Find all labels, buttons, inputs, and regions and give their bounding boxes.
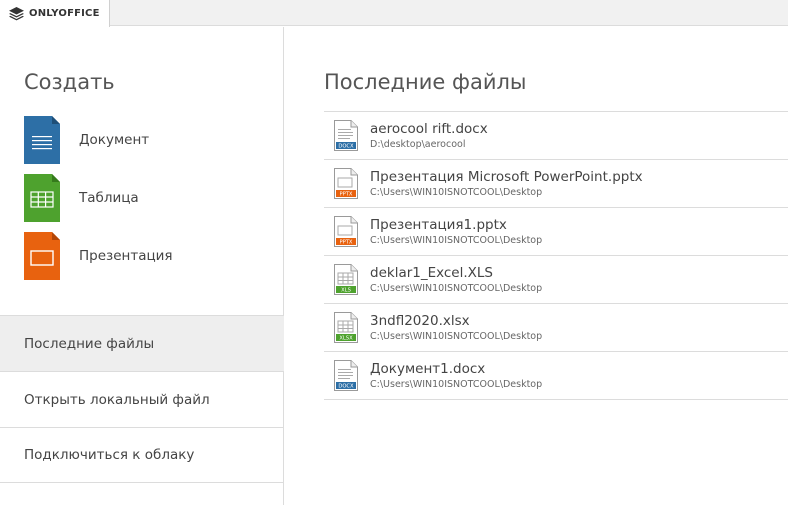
presentation-icon bbox=[24, 232, 60, 280]
pptx-file-icon: PPTX bbox=[334, 216, 358, 247]
recent-files-list: DOCX aerocool rift.docx D:\desktop\aeroc… bbox=[324, 111, 788, 400]
menu-item-connect-cloud[interactable]: Подключиться к облаку bbox=[0, 427, 284, 483]
recent-files-title: Последние файлы bbox=[324, 70, 527, 94]
create-spreadsheet-label: Таблица bbox=[79, 190, 139, 206]
create-presentation-label: Презентация bbox=[79, 248, 173, 264]
document-icon bbox=[24, 116, 60, 164]
file-row[interactable]: DOCX aerocool rift.docx D:\desktop\aeroc… bbox=[324, 112, 788, 160]
create-presentation-button[interactable]: Презентация bbox=[24, 232, 264, 280]
file-type-badge: PPTX bbox=[340, 240, 353, 246]
file-row[interactable]: PPTX Презентация1.pptx C:\Users\WIN10ISN… bbox=[324, 208, 788, 256]
file-path: C:\Users\WIN10ISNOTCOOL\Desktop bbox=[370, 330, 543, 342]
file-type-badge: XLS bbox=[341, 288, 351, 294]
file-path: C:\Users\WIN10ISNOTCOOL\Desktop bbox=[370, 186, 543, 198]
create-title: Создать bbox=[24, 70, 115, 94]
file-row[interactable]: XLS deklar1_Excel.XLS C:\Users\WIN10ISNO… bbox=[324, 256, 788, 304]
file-name: Презентация1.pptx bbox=[370, 216, 507, 233]
file-type-badge: DOCX bbox=[338, 144, 354, 150]
file-name: deklar1_Excel.XLS bbox=[370, 264, 493, 281]
file-name: 3ndfl2020.xlsx bbox=[370, 312, 470, 329]
menu-item-recent-files[interactable]: Последние файлы bbox=[0, 315, 284, 371]
create-document-label: Документ bbox=[79, 132, 150, 148]
right-panel: Последние файлы DOCX aerocool rift.docx … bbox=[285, 27, 788, 505]
create-document-button[interactable]: Документ bbox=[24, 116, 264, 164]
xls-file-icon: XLS bbox=[334, 264, 358, 295]
file-type-badge: XLSX bbox=[339, 336, 353, 342]
file-name: aerocool rift.docx bbox=[370, 120, 488, 137]
file-path: C:\Users\WIN10ISNOTCOOL\Desktop bbox=[370, 378, 543, 390]
create-spreadsheet-button[interactable]: Таблица bbox=[24, 174, 264, 222]
file-type-badge: DOCX bbox=[338, 384, 354, 390]
spreadsheet-icon bbox=[24, 174, 60, 222]
left-panel: Создать Документ Таблица Презентация Пос… bbox=[0, 27, 284, 505]
file-name: Презентация Microsoft PowerPoint.pptx bbox=[370, 168, 643, 185]
app-brand: ONLYOFFICE bbox=[29, 8, 100, 19]
docx-file-icon: DOCX bbox=[334, 360, 358, 391]
left-menu: Последние файлы Открыть локальный файл П… bbox=[0, 315, 284, 483]
tab-bar: ONLYOFFICE bbox=[0, 0, 788, 27]
file-path: C:\Users\WIN10ISNOTCOOL\Desktop bbox=[370, 234, 543, 246]
file-row[interactable]: XLSX 3ndfl2020.xlsx C:\Users\WIN10ISNOTC… bbox=[324, 304, 788, 352]
file-path: C:\Users\WIN10ISNOTCOOL\Desktop bbox=[370, 282, 543, 294]
docx-file-icon: DOCX bbox=[334, 120, 358, 151]
app-tab[interactable]: ONLYOFFICE bbox=[0, 0, 110, 27]
file-row[interactable]: PPTX Презентация Microsoft PowerPoint.pp… bbox=[324, 160, 788, 208]
file-name: Документ1.docx bbox=[370, 360, 486, 377]
menu-item-open-local-file[interactable]: Открыть локальный файл bbox=[0, 371, 284, 427]
file-path: D:\desktop\aerocool bbox=[370, 138, 466, 150]
file-type-badge: PPTX bbox=[340, 192, 353, 198]
pptx-file-icon: PPTX bbox=[334, 168, 358, 199]
onlyoffice-logo-icon bbox=[9, 6, 24, 20]
xlsx-file-icon: XLSX bbox=[334, 312, 358, 343]
file-row[interactable]: DOCX Документ1.docx C:\Users\WIN10ISNOTC… bbox=[324, 352, 788, 400]
